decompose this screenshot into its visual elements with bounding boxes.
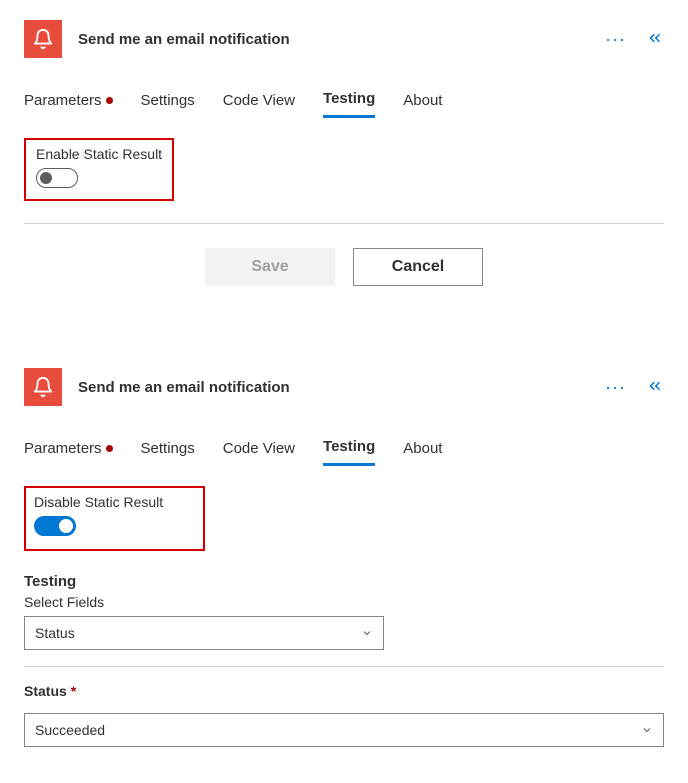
panel-static-result-off: Send me an email notification ··· Parame… [0, 0, 688, 314]
more-icon[interactable]: ··· [605, 378, 626, 396]
static-result-toggle[interactable] [34, 516, 76, 536]
testing-heading: Testing [24, 573, 664, 590]
tab-settings[interactable]: Settings [141, 434, 195, 466]
chevron-down-icon [641, 724, 653, 736]
panel-title: Send me an email notification [78, 379, 589, 396]
select-fields-value: Status [35, 625, 75, 641]
tab-parameters[interactable]: Parameters [24, 86, 113, 118]
required-asterisk-icon: * [71, 683, 76, 699]
tab-parameters[interactable]: Parameters [24, 434, 113, 466]
divider [24, 666, 664, 667]
status-dropdown[interactable]: Succeeded [24, 713, 664, 747]
chevron-down-icon [361, 627, 373, 639]
status-value: Succeeded [35, 722, 105, 738]
tab-about[interactable]: About [403, 434, 442, 466]
collapse-icon[interactable] [646, 29, 664, 50]
tab-testing[interactable]: Testing [323, 86, 375, 118]
select-fields-dropdown[interactable]: Status [24, 616, 384, 650]
header-actions: ··· [605, 29, 664, 50]
more-icon[interactable]: ··· [605, 30, 626, 48]
panel-header: Send me an email notification ··· [24, 20, 664, 58]
button-row: Save Cancel [24, 248, 664, 286]
panel-title: Send me an email notification [78, 31, 589, 48]
bell-icon [24, 20, 62, 58]
tab-settings[interactable]: Settings [141, 86, 195, 118]
tab-testing[interactable]: Testing [323, 434, 375, 466]
tab-code-view[interactable]: Code View [223, 434, 295, 466]
highlight-annotation: Enable Static Result [24, 138, 174, 201]
select-fields-label: Select Fields [24, 594, 664, 610]
dot-indicator-icon [106, 445, 113, 452]
static-result-toggle-label: Enable Static Result [36, 146, 162, 162]
tab-about[interactable]: About [403, 86, 442, 118]
static-result-toggle[interactable] [36, 168, 78, 188]
highlight-annotation: Disable Static Result [24, 486, 205, 551]
dot-indicator-icon [106, 97, 113, 104]
header-actions: ··· [605, 377, 664, 398]
tabs: Parameters Settings Code View Testing Ab… [24, 434, 664, 466]
tab-code-view[interactable]: Code View [223, 86, 295, 118]
static-result-toggle-label: Disable Static Result [34, 494, 163, 510]
collapse-icon[interactable] [646, 377, 664, 398]
cancel-button[interactable]: Cancel [353, 248, 483, 286]
tabs: Parameters Settings Code View Testing Ab… [24, 86, 664, 118]
panel-header: Send me an email notification ··· [24, 368, 664, 406]
bell-icon [24, 368, 62, 406]
divider [24, 223, 664, 224]
panel-static-result-on: Send me an email notification ··· Parame… [0, 348, 688, 783]
status-label: Status * [24, 683, 664, 699]
save-button[interactable]: Save [205, 248, 335, 286]
